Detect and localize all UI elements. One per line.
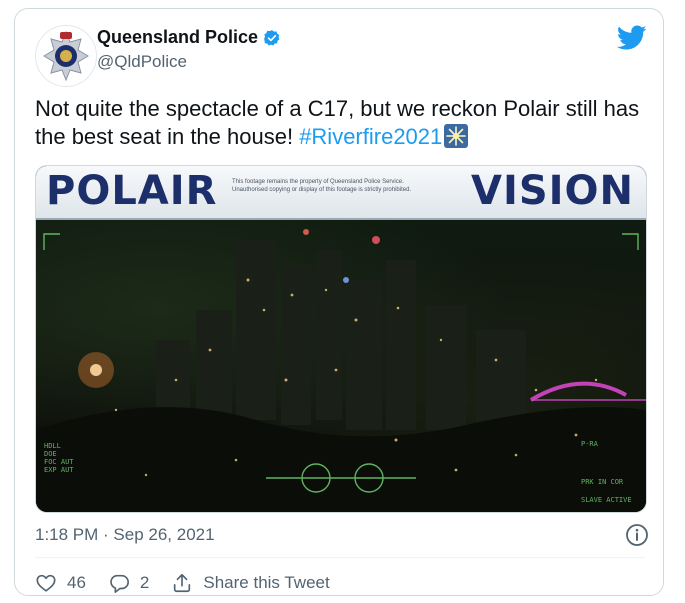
- svg-text:PRK IN COR: PRK IN COR: [581, 478, 624, 486]
- polair-vision-banner: POLAIR This footage remains the property…: [36, 166, 646, 220]
- tweet-card: Queensland Police @QldPolice Not quite t…: [14, 8, 664, 596]
- author-display-name[interactable]: Queensland Police: [97, 27, 258, 48]
- disclaimer-line-2: Unauthorised copying or display of this …: [232, 187, 412, 193]
- tweet-timestamp[interactable]: 1:18 PM · Sep 26, 2021: [35, 525, 215, 545]
- footage-disclaimer: This footage remains the property of Que…: [232, 178, 462, 194]
- twitter-bird-icon[interactable]: [617, 25, 647, 51]
- action-divider: [35, 557, 645, 558]
- tweet-actions-bar: 46 2 Share this Tweet: [35, 569, 352, 597]
- heart-icon: [36, 574, 56, 592]
- svg-text:SLAVE ACTIVE: SLAVE ACTIVE: [581, 496, 632, 504]
- sparkle-emoji-icon: [444, 124, 469, 148]
- disclaimer-line-1: This footage remains the property of Que…: [232, 179, 404, 185]
- svg-text:HDLL: HDLL: [44, 442, 61, 450]
- share-button[interactable]: Share this Tweet: [171, 572, 330, 594]
- share-label: Share this Tweet: [203, 573, 330, 592]
- svg-text:P-RA: P-RA: [581, 440, 599, 448]
- reply-bubble-icon: [110, 574, 129, 593]
- tweet-text: Not quite the spectacle of a C17, but we…: [35, 95, 655, 151]
- svg-text:EXP AUT: EXP AUT: [44, 466, 74, 474]
- hashtag-link[interactable]: #Riverfire2021: [299, 124, 442, 149]
- like-button[interactable]: 46: [35, 572, 86, 594]
- author-name-row: Queensland Police: [97, 27, 281, 48]
- city-skyline-image: HDLL DOE FOC AUT EXP AUT P-RA PRK IN COR…: [36, 229, 646, 512]
- svg-text:FOC AUT: FOC AUT: [44, 458, 74, 466]
- author-handle[interactable]: @QldPolice: [97, 52, 187, 72]
- reply-count: 2: [139, 573, 150, 592]
- banner-polair-text: POLAIR: [46, 168, 218, 214]
- verified-badge-icon: [264, 29, 280, 45]
- info-icon[interactable]: [625, 523, 649, 547]
- reply-button[interactable]: 2: [108, 572, 149, 594]
- svg-text:DOE: DOE: [44, 450, 57, 458]
- tweet-video[interactable]: POLAIR This footage remains the property…: [35, 165, 647, 513]
- like-count: 46: [67, 573, 86, 592]
- share-upload-icon: [174, 573, 191, 593]
- banner-vision-text: VISION: [470, 168, 634, 214]
- night-city-footage: HDLL DOE FOC AUT EXP AUT P-RA PRK IN COR…: [36, 220, 646, 512]
- author-avatar[interactable]: [35, 25, 97, 87]
- police-badge-icon: [38, 28, 94, 84]
